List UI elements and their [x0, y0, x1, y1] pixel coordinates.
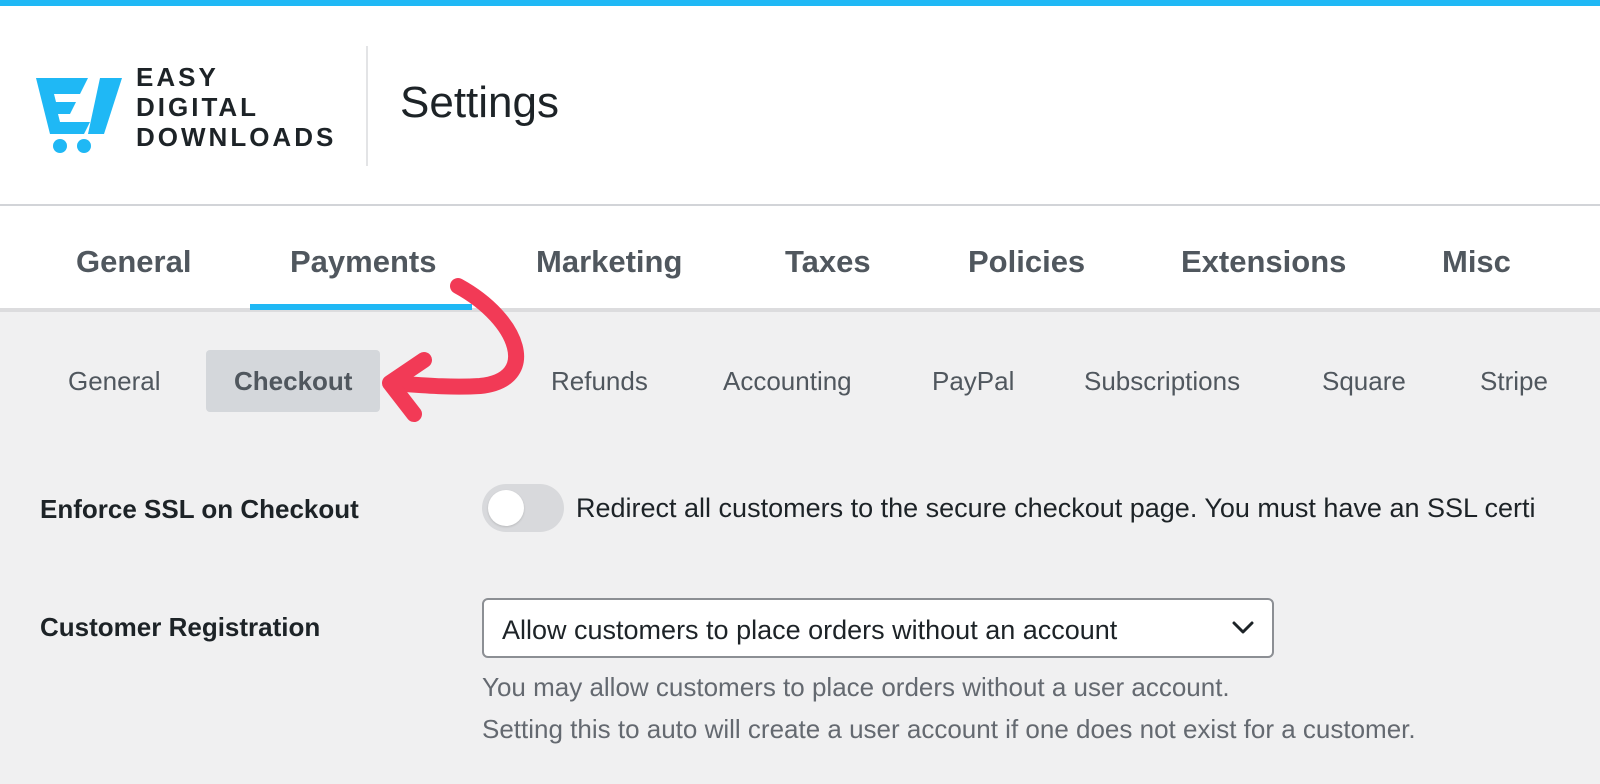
main-tabs: General Payments Marketing Taxes Policie…	[0, 206, 1600, 312]
brand-line-3: DOWNLOADS	[136, 122, 337, 152]
tab-payments[interactable]: Payments	[290, 244, 436, 280]
active-tab-indicator	[250, 304, 472, 310]
edd-logo-icon	[36, 78, 122, 153]
registration-help-2: Setting this to auto will create a user …	[482, 714, 1416, 744]
subtab-refunds[interactable]: Refunds	[551, 350, 648, 412]
registration-select[interactable]: Allow customers to place orders without …	[482, 598, 1274, 658]
brand-line-2: DIGITAL	[136, 92, 260, 122]
ssl-toggle[interactable]	[482, 484, 564, 532]
brand-line-1: EASY	[136, 62, 219, 92]
subtab-general[interactable]: General	[68, 350, 161, 412]
ssl-setting-label: Enforce SSL on Checkout	[40, 494, 359, 524]
subtab-stripe[interactable]: Stripe	[1480, 350, 1548, 412]
subtab-checkout[interactable]: Checkout	[206, 350, 381, 412]
tab-policies[interactable]: Policies	[968, 244, 1085, 280]
tab-taxes[interactable]: Taxes	[785, 244, 871, 280]
brand-wordmark: EASY DIGITAL DOWNLOADS	[136, 62, 336, 152]
toggle-knob	[488, 490, 524, 526]
registration-selected-value: Allow customers to place orders without …	[502, 615, 1118, 645]
tab-misc[interactable]: Misc	[1442, 244, 1511, 280]
subtab-paypal[interactable]: PayPal	[932, 350, 1014, 412]
tab-marketing[interactable]: Marketing	[536, 244, 682, 280]
page-header: EASY DIGITAL DOWNLOADS Settings	[0, 6, 1600, 206]
subtab-subscriptions[interactable]: Subscriptions	[1084, 350, 1240, 412]
subtab-accounting[interactable]: Accounting	[723, 350, 852, 412]
ssl-description: Redirect all customers to the secure che…	[576, 493, 1536, 523]
section-subtabs: General Checkout Refunds Accounting PayP…	[0, 350, 1600, 414]
subtab-square[interactable]: Square	[1322, 350, 1406, 412]
chevron-down-icon	[1232, 621, 1254, 634]
page-title: Settings	[400, 78, 559, 127]
registration-help-1: You may allow customers to place orders …	[482, 672, 1230, 702]
tab-general[interactable]: General	[76, 244, 191, 280]
header-divider	[366, 46, 368, 166]
registration-setting-label: Customer Registration	[40, 612, 321, 642]
tab-extensions[interactable]: Extensions	[1181, 244, 1346, 280]
